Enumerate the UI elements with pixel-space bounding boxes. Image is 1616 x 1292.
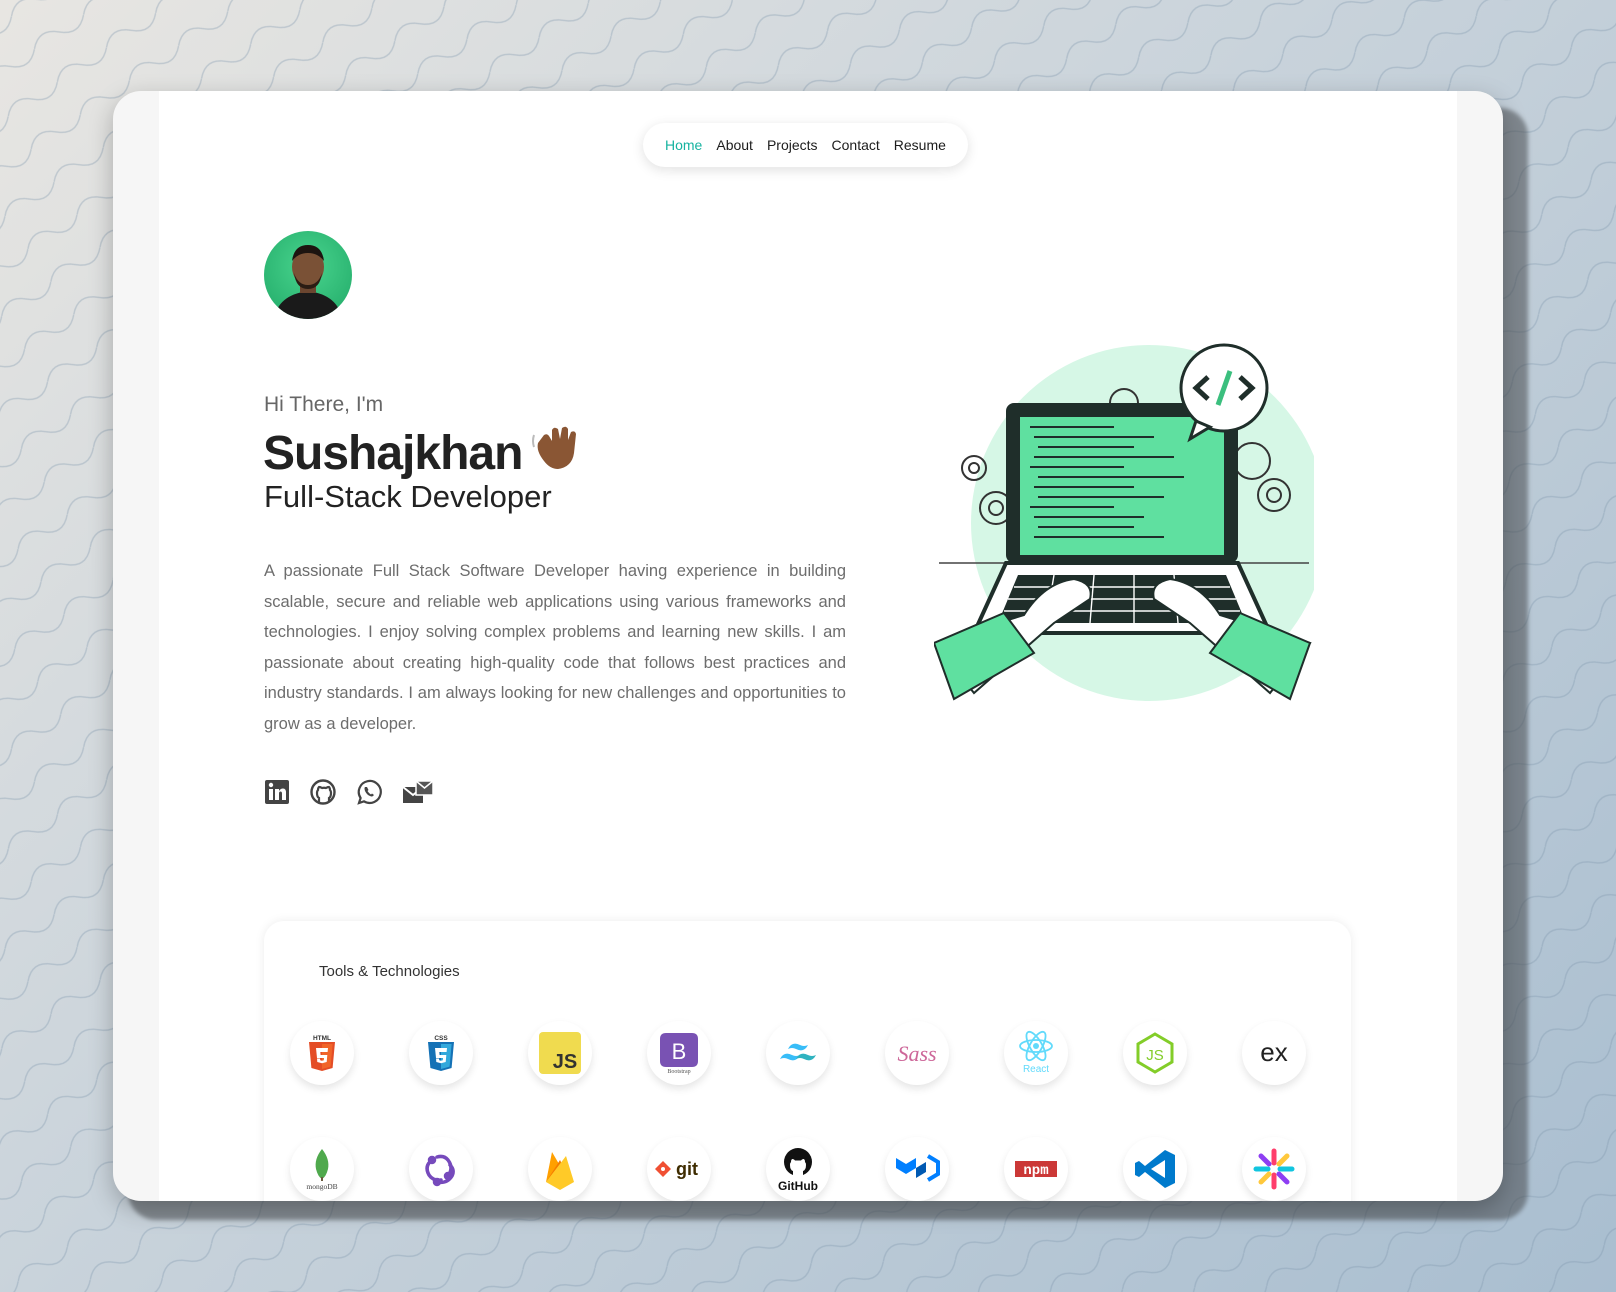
firebase-icon [528, 1137, 592, 1201]
nav-contact[interactable]: Contact [832, 137, 880, 153]
svg-text:B: B [672, 1039, 687, 1064]
github-logo-icon: GitHub [766, 1137, 830, 1201]
jest-icon [1242, 1137, 1306, 1201]
greeting-text: Hi There, I'm [264, 393, 384, 416]
svg-text:GitHub: GitHub [778, 1179, 818, 1192]
svg-text:Sass: Sass [897, 1041, 936, 1066]
github-icon[interactable] [310, 779, 336, 805]
tools-title: Tools & Technologies [319, 963, 460, 980]
mongodb-icon: mongoDB [290, 1137, 354, 1201]
tools-section: Tools & Technologies HTML CSS JS B Bootst… [264, 921, 1351, 1201]
svg-text:npm: npm [1023, 1163, 1048, 1179]
material-ui-icon [885, 1137, 949, 1201]
nodejs-icon: JS [1123, 1021, 1187, 1085]
hero-name: Sushajkhan [263, 421, 582, 485]
nav-projects[interactable]: Projects [767, 137, 818, 153]
git-icon: git [647, 1137, 711, 1201]
developer-illustration [932, 343, 1327, 703]
mail-icon[interactable] [402, 779, 434, 805]
tailwind-icon [766, 1021, 830, 1085]
svg-text:JS: JS [553, 1051, 577, 1073]
nav-home[interactable]: Home [665, 137, 702, 153]
sass-icon: Sass [885, 1021, 949, 1085]
express-icon: ex [1242, 1021, 1306, 1085]
nav-resume[interactable]: Resume [894, 137, 946, 153]
svg-text:mongoDB: mongoDB [306, 1182, 337, 1191]
avatar [264, 231, 352, 319]
svg-text:JS: JS [1146, 1047, 1164, 1064]
svg-text:git: git [676, 1159, 698, 1179]
react-icon: React [1004, 1021, 1068, 1085]
javascript-icon: JS [528, 1021, 592, 1085]
nav-about[interactable]: About [716, 137, 753, 153]
browser-window: Home About Projects Contact Resume Hi Th… [113, 91, 1503, 1201]
svg-text:Bootstrap: Bootstrap [667, 1069, 690, 1075]
bootstrap-icon: B Bootstrap [647, 1021, 711, 1085]
hero-bio: A passionate Full Stack Software Develop… [264, 562, 846, 733]
svg-text:CSS: CSS [434, 1035, 448, 1042]
whatsapp-icon[interactable] [356, 779, 382, 805]
redux-icon [409, 1137, 473, 1201]
hero-role: Full-Stack Developer [264, 479, 552, 514]
vscode-icon [1123, 1137, 1187, 1201]
css3-icon: CSS [409, 1021, 473, 1085]
linkedin-icon[interactable] [264, 779, 290, 805]
svg-text:React: React [1023, 1064, 1049, 1075]
social-links [264, 779, 434, 805]
html5-icon: HTML [290, 1021, 354, 1085]
npm-icon: npm [1004, 1137, 1068, 1201]
portfolio-page: Home About Projects Contact Resume Hi Th… [159, 91, 1457, 1201]
top-nav: Home About Projects Contact Resume [643, 123, 968, 167]
waving-hand-icon [530, 421, 582, 485]
svg-text:HTML: HTML [313, 1035, 331, 1042]
hero-name-text: Sushajkhan [263, 426, 523, 480]
svg-text:ex: ex [1260, 1037, 1287, 1067]
